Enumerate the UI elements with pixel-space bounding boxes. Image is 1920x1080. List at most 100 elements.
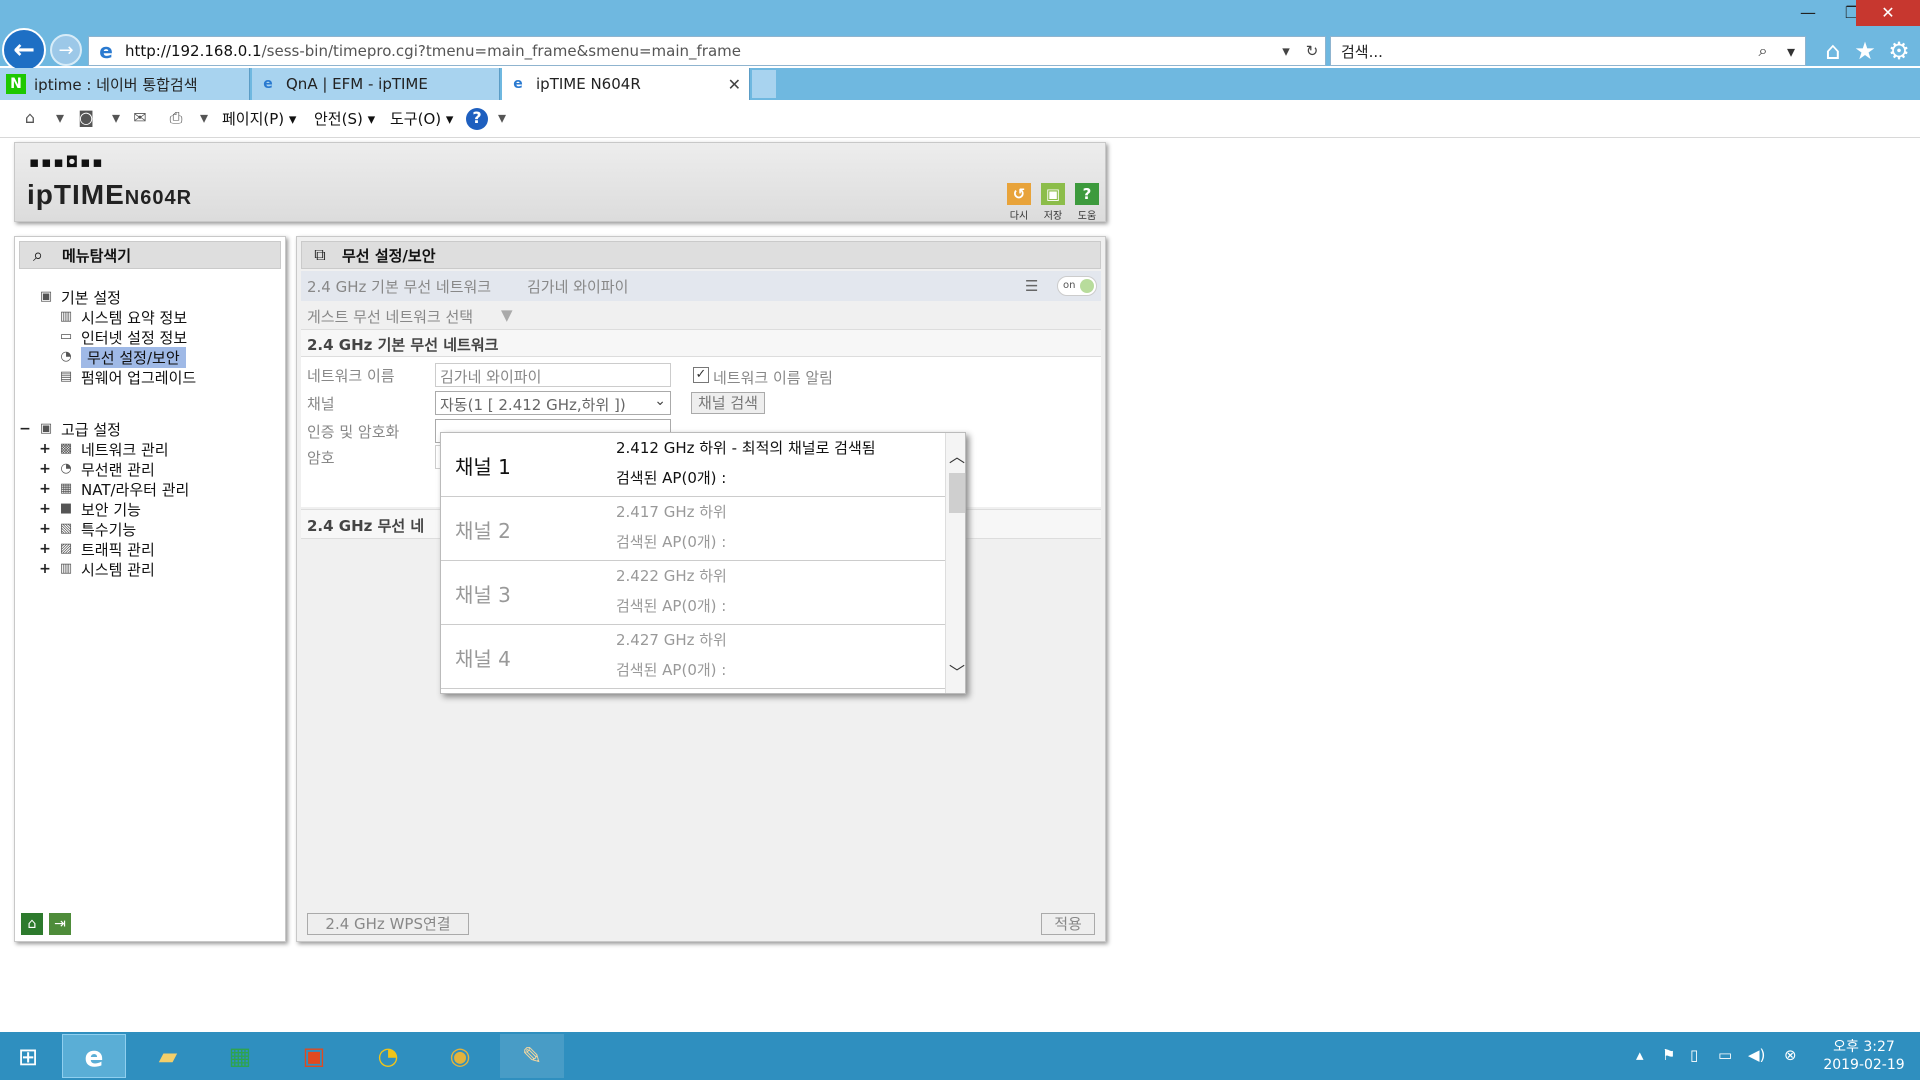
channel-list-popup: 채널 1 2.412 GHz 하위 - 최적의 채널로 검색됨 검색된 AP(0… [440, 432, 966, 694]
save-button[interactable]: ▣ 저장 [1039, 183, 1067, 222]
menu-item-security[interactable]: + ■ 보안 기능 [39, 499, 141, 519]
safety-menu[interactable]: 안전(S) ▾ [314, 108, 375, 129]
search-icon[interactable]: ⌕ [1749, 41, 1777, 61]
menu-panel: ⌕ 메뉴탐색기 ▣ 기본 설정 ▥ 시스템 요약 정보 ▭ 인터넷 설정 정보 … [14, 236, 286, 942]
address-dropdown-icon[interactable]: ▾ [1273, 42, 1299, 60]
network-name-input[interactable]: 김가네 와이파이 [435, 363, 671, 387]
channel-select[interactable]: 자동(1 [ 2.412 GHz,하위 ]) ⌄ [435, 391, 671, 415]
rss-feed-icon[interactable]: ◙ [74, 108, 98, 130]
menu-item-traffic[interactable]: + ▨ 트래픽 관리 [39, 539, 155, 559]
flag-icon[interactable]: ⚑ [1662, 1046, 1675, 1064]
tray-expand-icon[interactable]: ▴ [1636, 1046, 1644, 1064]
collapse-icon[interactable]: − [19, 421, 31, 437]
taskbar-timer-icon[interactable]: ◔ [356, 1034, 420, 1078]
favorites-star-icon[interactable]: ★ [1850, 36, 1880, 66]
expand-icon[interactable]: + [39, 441, 51, 457]
menu-item-special[interactable]: + ▧ 특수기능 [39, 519, 136, 539]
tab-naver[interactable]: N iptime : 네이버 통합검색 [0, 68, 250, 100]
expand-icon[interactable]: + [39, 561, 51, 577]
filter-icon[interactable]: ☰ [1025, 277, 1038, 295]
menu-group-advanced[interactable]: − ▣ 고급 설정 [19, 419, 121, 439]
taskbar-store-icon[interactable]: ▦ [208, 1034, 272, 1078]
network-icon[interactable]: ▭ [1718, 1046, 1732, 1064]
notification-icon[interactable]: ⊗ [1784, 1046, 1797, 1064]
ssid-summary-row[interactable]: 2.4 GHz 기본 무선 네트워크 김가네 와이파이 ☰ on [301, 271, 1101, 301]
help-icon[interactable]: ? [466, 108, 488, 130]
naver-icon: N [6, 74, 26, 94]
taskbar-chrome-icon[interactable]: ◉ [428, 1034, 492, 1078]
volume-icon[interactable]: ◀) [1748, 1046, 1765, 1064]
chevron-down-icon: ⌄ [654, 393, 666, 409]
channel-option[interactable]: 채널 3 2.422 GHz 하위 검색된 AP(0개) : [441, 561, 945, 625]
search-box[interactable]: 검색... ⌕ ▾ [1330, 36, 1806, 66]
address-url[interactable]: http://192.168.0.1/sess-bin/timepro.cgi?… [125, 42, 1273, 60]
window-icon: ⧉ [314, 245, 326, 264]
folder-icon: ▣ [39, 289, 53, 304]
device-icon[interactable]: ▯ [1690, 1046, 1698, 1064]
forward-button[interactable]: → [50, 34, 82, 66]
menu-item-system-management[interactable]: + ▥ 시스템 관리 [39, 559, 155, 579]
menu-item-network-management[interactable]: + ▩ 네트워크 관리 [39, 439, 168, 459]
apply-button[interactable]: 적용 [1041, 913, 1095, 935]
dropdown-icon[interactable]: ▾ [48, 108, 72, 130]
windows-start-icon[interactable]: ⊞ [10, 1044, 46, 1070]
address-bar[interactable]: e http://192.168.0.1/sess-bin/timepro.cg… [88, 36, 1326, 66]
wireless-toggle[interactable]: on [1057, 276, 1097, 296]
menu-item-system-summary[interactable]: ▥ 시스템 요약 정보 [57, 307, 187, 327]
scroll-thumb[interactable] [949, 473, 965, 513]
tab-close-icon[interactable]: ✕ [728, 75, 741, 94]
guest-network-select[interactable]: 게스트 무선 네트워크 선택 ▼ [301, 301, 1101, 329]
menu-item-nat-router[interactable]: + ▦ NAT/라우터 관리 [39, 479, 189, 499]
menu-item-wlan-management[interactable]: + ◔ 무선랜 관리 [39, 459, 155, 479]
wps-connect-button[interactable]: 2.4 GHz WPS연결 [307, 913, 469, 935]
home-icon[interactable]: ⌂ [18, 108, 42, 130]
new-tab-button[interactable] [752, 70, 776, 98]
home-icon[interactable]: ⌂ [1818, 36, 1848, 66]
print-icon[interactable]: ⎙ [164, 108, 188, 130]
popup-scrollbar[interactable]: ︿ ﹀ [945, 433, 965, 693]
menu-item-firmware-upgrade[interactable]: ▤ 펌웨어 업그레이드 [57, 367, 196, 387]
search-input[interactable]: 검색... [1341, 41, 1749, 62]
channel-search-button[interactable]: 채널 검색 [691, 392, 765, 414]
close-window-button[interactable]: ✕ [1856, 0, 1920, 26]
chevron-down-icon[interactable]: ﹀ [946, 659, 965, 683]
dropdown-icon[interactable]: ▾ [104, 108, 128, 130]
search-dropdown-icon[interactable]: ▾ [1777, 42, 1805, 61]
expand-icon[interactable]: + [39, 501, 51, 517]
clock-time: 오후 3:27 [1833, 1039, 1895, 1055]
channel-option[interactable]: 채널 1 2.412 GHz 하위 - 최적의 채널로 검색됨 검색된 AP(0… [441, 433, 945, 497]
expand-icon[interactable]: + [39, 521, 51, 537]
tab-qna[interactable]: e QnA | EFM - ipTIME [252, 68, 500, 100]
gear-icon[interactable]: ⚙ [1884, 36, 1914, 66]
refresh-icon[interactable]: ↻ [1299, 42, 1325, 60]
help-button[interactable]: ? 도움 [1073, 183, 1101, 222]
minimize-button[interactable]: — [1786, 0, 1830, 26]
expand-icon[interactable]: + [39, 461, 51, 477]
taskbar-file-explorer-icon[interactable]: ▰ [136, 1034, 200, 1078]
expand-icon[interactable]: + [39, 541, 51, 557]
tab-iptime[interactable]: e ipTIME N604R ✕ [502, 68, 750, 100]
dropdown-icon[interactable]: ▾ [490, 108, 514, 130]
home-icon[interactable]: ⌂ [21, 913, 43, 935]
tools-menu[interactable]: 도구(O) ▾ [390, 108, 453, 129]
redo-button[interactable]: ↺ 다시 [1005, 183, 1033, 222]
logout-icon[interactable]: ⇥ [49, 913, 71, 935]
taskbar-paint-icon[interactable]: ✎ [500, 1034, 564, 1078]
taskbar-ie-icon[interactable]: e [62, 1034, 126, 1078]
chevron-up-icon[interactable]: ︿ [946, 443, 965, 467]
mail-icon[interactable]: ✉ [128, 108, 152, 130]
menu-item-wireless-security[interactable]: ◔ 무선 설정/보안 [57, 346, 186, 368]
menu-group-basic[interactable]: ▣ 기본 설정 [37, 287, 121, 307]
ie-icon: e [99, 39, 113, 63]
channel-option[interactable]: 채널 4 2.427 GHz 하위 검색된 AP(0개) : [441, 625, 945, 689]
broadcast-checkbox[interactable]: ✓ [693, 367, 709, 383]
menu-item-internet-settings[interactable]: ▭ 인터넷 설정 정보 [57, 327, 187, 347]
taskbar-office-icon[interactable]: ▣ [282, 1034, 346, 1078]
back-button[interactable]: ← [2, 28, 46, 72]
system-clock[interactable]: 오후 3:27 2019-02-19 [1814, 1038, 1914, 1074]
tab-label: iptime : 네이버 통합검색 [34, 75, 198, 94]
expand-icon[interactable]: + [39, 481, 51, 497]
channel-option[interactable]: 채널 2 2.417 GHz 하위 검색된 AP(0개) : [441, 497, 945, 561]
dropdown-icon[interactable]: ▾ [192, 108, 216, 130]
page-menu[interactable]: 페이지(P) ▾ [222, 108, 296, 129]
